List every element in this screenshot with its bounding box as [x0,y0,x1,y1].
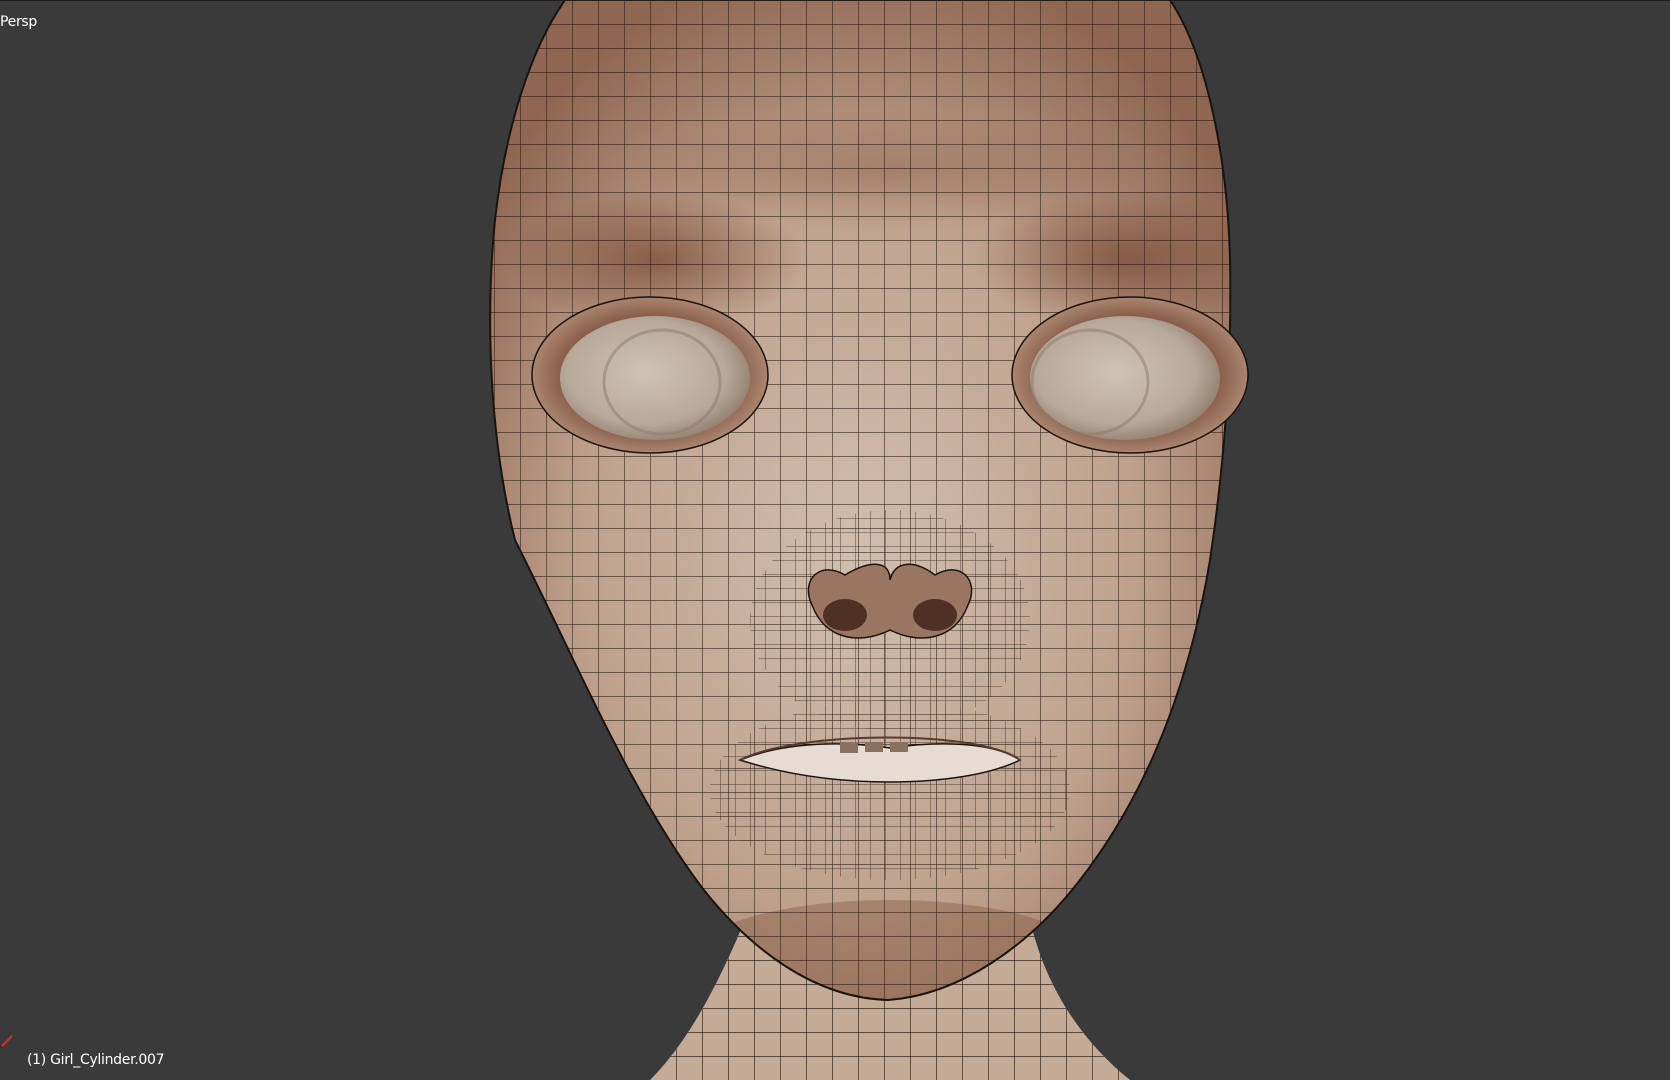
right-eye [1011,296,1249,454]
active-object-label: (1) Girl_Cylinder.007 [27,1052,165,1068]
head-mesh[interactable] [0,0,1670,1080]
view-mode-label: Persp [0,14,37,30]
left-eye [531,296,769,454]
3d-viewport[interactable]: Persp (1) Girl_Cylinder.007 [0,0,1670,1080]
axis-gizmo-icon [1,1035,13,1047]
nose [807,563,973,639]
face-mesh [490,0,1231,1000]
